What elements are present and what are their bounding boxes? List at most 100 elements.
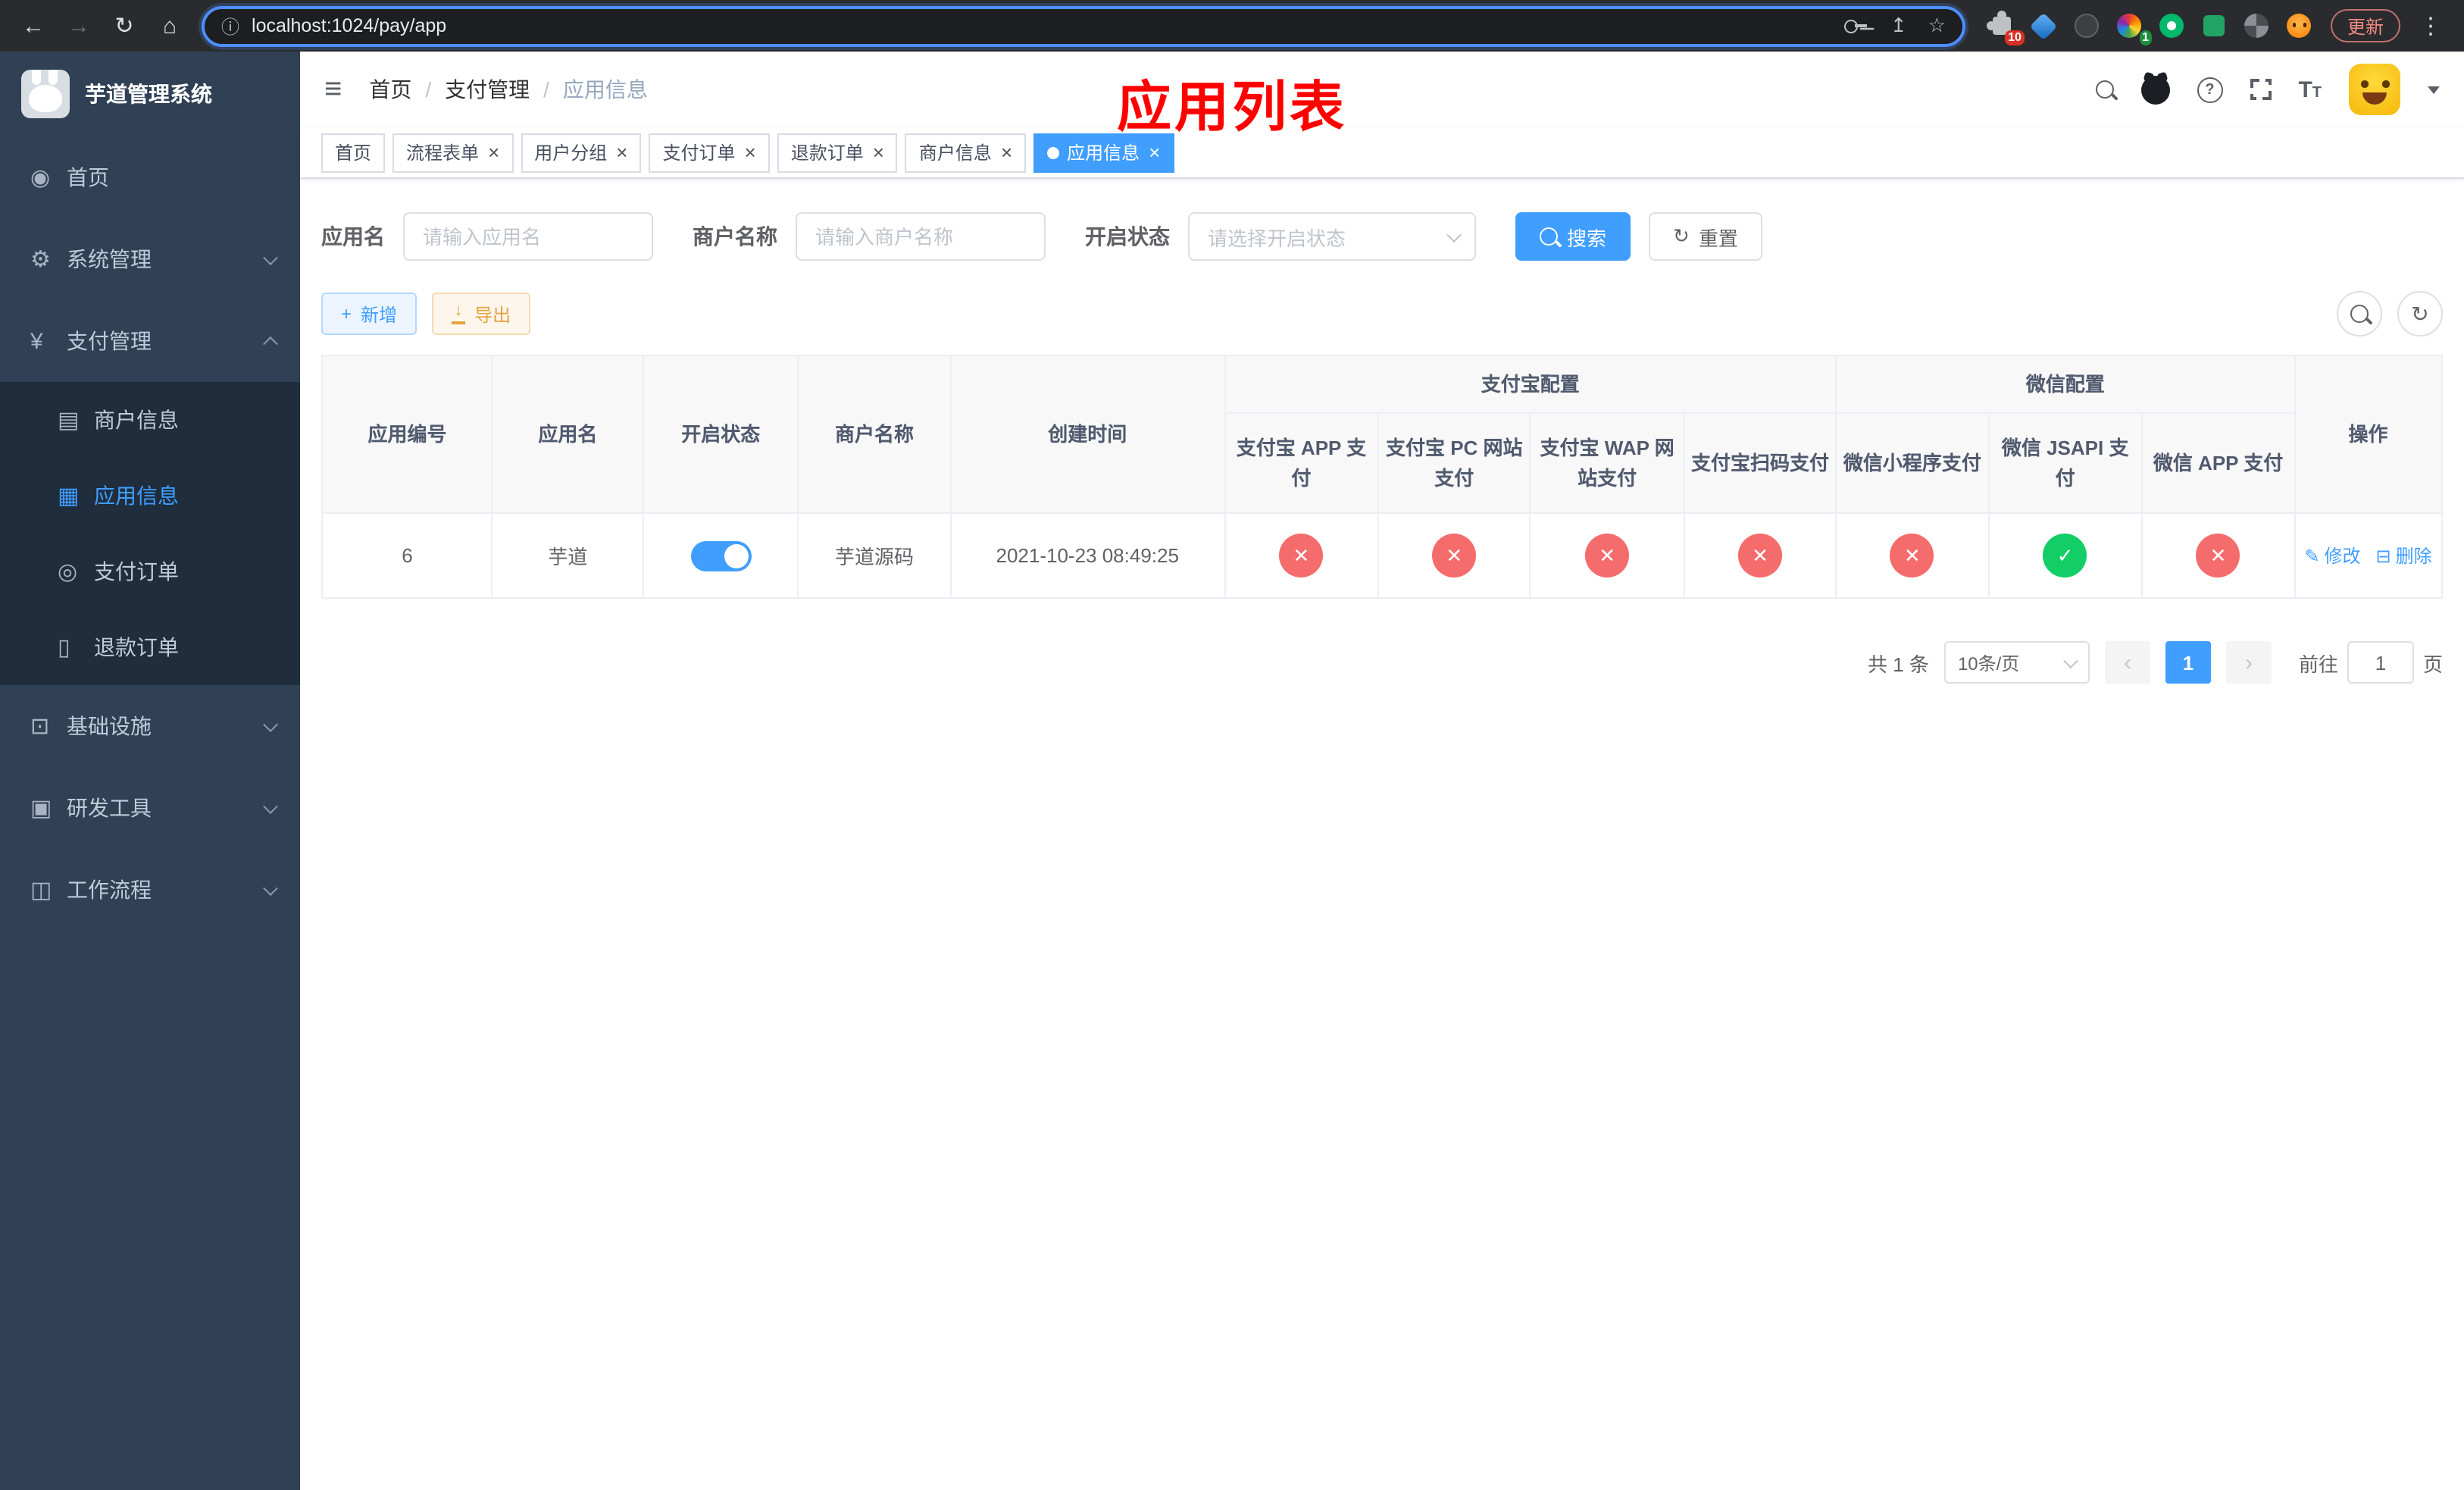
breadcrumb-home[interactable]: 首页 xyxy=(369,74,411,105)
logo-avatar xyxy=(21,70,70,118)
extension-icon-gem[interactable] xyxy=(2030,11,2059,40)
add-button[interactable]: + 新增 xyxy=(321,293,417,335)
extension-icon-colorwheel[interactable]: 1 xyxy=(2115,12,2152,45)
alipay-pc-status: ✕ xyxy=(1432,534,1477,578)
github-icon[interactable] xyxy=(2140,75,2170,104)
tab-home[interactable]: 首页 xyxy=(321,133,386,172)
tab-pay-order[interactable]: 支付订单 × xyxy=(649,133,770,172)
url-bar[interactable]: ⓘ localhost:1024/pay/app ↥ ☆ xyxy=(202,5,1965,46)
avatar[interactable] xyxy=(2349,64,2400,115)
refresh-icon: ↻ xyxy=(1673,224,1690,247)
site-info-icon[interactable]: ⓘ xyxy=(221,13,239,39)
chevron-down-icon[interactable] xyxy=(2428,86,2440,93)
browser-nav: ← → ↻ ⌂ xyxy=(15,8,188,44)
server-icon: ⊡ xyxy=(30,714,50,740)
status-toggle[interactable] xyxy=(690,540,752,571)
content: 应用名 商户名称 开启状态 请选择开启状态 xyxy=(300,179,2464,1490)
cell-created: 2021-10-23 08:49:25 xyxy=(949,512,1225,599)
refresh-table-button[interactable]: ↻ xyxy=(2397,291,2443,337)
page-size-select[interactable]: 10条/页 xyxy=(1943,641,2090,684)
page-header: ≡ 首页 / 支付管理 / 应用信息 ? TT xyxy=(300,52,2464,127)
sidebar-subitem-merchant-info[interactable]: ▤ 商户信息 xyxy=(0,382,300,458)
dashboard-icon: ◉ xyxy=(30,165,51,191)
extensions-puzzle-icon[interactable]: 10 xyxy=(1986,11,2025,45)
chrome-update-button[interactable]: 更新 xyxy=(2330,9,2400,42)
close-icon[interactable]: × xyxy=(873,142,884,162)
sidebar-item-label: 基础设施 xyxy=(67,714,152,738)
chevron-down-icon xyxy=(263,716,278,732)
cell-status xyxy=(642,512,799,599)
col-wx-lite: 微信小程序支付 xyxy=(1835,412,1990,514)
extension-icon-pinwheel[interactable] xyxy=(2243,12,2270,39)
share-icon[interactable]: ↥ xyxy=(1890,14,1907,38)
goto-label: 前往 xyxy=(2298,653,2338,675)
page-number-1[interactable]: 1 xyxy=(2165,641,2211,684)
reload-icon[interactable]: ↻ xyxy=(106,8,142,44)
col-merchant: 商户名称 xyxy=(797,355,952,514)
sidebar-item-label: 退款订单 xyxy=(94,635,179,659)
font-size-icon[interactable]: TT xyxy=(2298,78,2322,101)
sidebar-subitem-refund-order[interactable]: ▯ 退款订单 xyxy=(0,609,300,685)
tab-user-group[interactable]: 用户分组 × xyxy=(521,133,642,172)
delete-button[interactable]: ⊟ 删除 xyxy=(2376,543,2432,568)
goto-page-input[interactable] xyxy=(2347,641,2414,684)
toggle-search-button[interactable] xyxy=(2337,291,2382,337)
export-button[interactable]: ↓ 导出 xyxy=(432,293,531,335)
help-icon[interactable]: ? xyxy=(2197,77,2223,102)
tab-refund-order[interactable]: 退款订单 × xyxy=(777,133,898,172)
merchant-name-input[interactable] xyxy=(796,212,1046,261)
reset-button[interactable]: ↻ 重置 xyxy=(1649,212,1762,261)
sidebar-item-workflow[interactable]: ◫ 工作流程 xyxy=(0,849,300,931)
sidebar-item-infrastructure[interactable]: ⊡ 基础设施 xyxy=(0,685,300,767)
home-icon[interactable]: ⌂ xyxy=(152,8,188,44)
cell-app-name: 芋道 xyxy=(491,512,644,599)
browser-menu-icon[interactable]: ⋮ xyxy=(2412,8,2449,44)
sidebar-subitem-app-info[interactable]: ▦ 应用信息 xyxy=(0,458,300,534)
password-key-icon[interactable] xyxy=(1844,18,1869,33)
sidebar-item-payment[interactable]: ¥ 支付管理 xyxy=(0,300,300,382)
close-icon[interactable]: × xyxy=(488,142,499,162)
app-name-input[interactable] xyxy=(403,212,653,261)
close-icon[interactable]: × xyxy=(745,142,756,162)
merchant-name-label: 商户名称 xyxy=(693,224,777,249)
group-wechat-config: 微信配置 xyxy=(1835,355,2296,414)
search-button[interactable]: 搜索 xyxy=(1515,212,1631,261)
tab-flow-form[interactable]: 流程表单 × xyxy=(392,133,514,172)
edit-button[interactable]: ✎ 修改 xyxy=(2304,543,2360,568)
back-icon[interactable]: ← xyxy=(15,8,52,44)
chevron-down-icon xyxy=(263,798,278,814)
col-actions: 操作 xyxy=(2294,355,2443,514)
extension-icon-green-circle[interactable] xyxy=(2158,12,2185,39)
close-icon[interactable]: × xyxy=(616,142,627,162)
cell-merchant: 芋道源码 xyxy=(797,512,952,599)
status-select[interactable]: 请选择开启状态 xyxy=(1188,212,1476,261)
sidebar-subitem-pay-order[interactable]: ◎ 支付订单 xyxy=(0,534,300,609)
close-icon[interactable]: × xyxy=(1149,142,1160,162)
sidebar-fold-icon[interactable]: ≡ xyxy=(324,72,342,107)
download-icon: ↓ xyxy=(452,303,465,324)
forward-icon[interactable]: → xyxy=(61,8,97,44)
sidebar-logo[interactable]: 芋道管理系统 xyxy=(0,52,300,136)
search-icon[interactable] xyxy=(2095,80,2114,99)
sidebar-item-system[interactable]: ⚙ 系统管理 xyxy=(0,218,300,300)
sidebar-item-label: 系统管理 xyxy=(67,247,152,271)
tab-merchant-info[interactable]: 商户信息 × xyxy=(905,133,1027,172)
close-icon[interactable]: × xyxy=(1001,142,1012,162)
grid-icon: ▦ xyxy=(58,484,80,509)
credit-card-icon: ▤ xyxy=(58,408,80,434)
sidebar-item-label: 商户信息 xyxy=(94,408,179,432)
col-alipay-qr: 支付宝扫码支付 xyxy=(1683,412,1837,514)
bookmark-star-icon[interactable]: ☆ xyxy=(1928,14,1946,38)
extension-icon-green-square[interactable] xyxy=(2200,12,2228,39)
extension-icon-face[interactable] xyxy=(2285,12,2312,39)
sidebar-item-home[interactable]: ◉ 首页 xyxy=(0,136,300,218)
prev-page-button[interactable]: ‹ xyxy=(2104,641,2150,684)
extension-icon-dark[interactable] xyxy=(2073,12,2100,39)
payment-submenu: ▤ 商户信息 ▦ 应用信息 ◎ 支付订单 ▯ 退款订单 xyxy=(0,382,300,685)
chevron-down-icon xyxy=(2063,653,2078,668)
active-dot xyxy=(1047,146,1060,158)
next-page-button[interactable]: › xyxy=(2225,641,2272,684)
fullscreen-icon[interactable] xyxy=(2250,79,2272,100)
sidebar-item-devtools[interactable]: ▣ 研发工具 xyxy=(0,767,300,849)
breadcrumb-payment[interactable]: 支付管理 xyxy=(445,74,530,105)
